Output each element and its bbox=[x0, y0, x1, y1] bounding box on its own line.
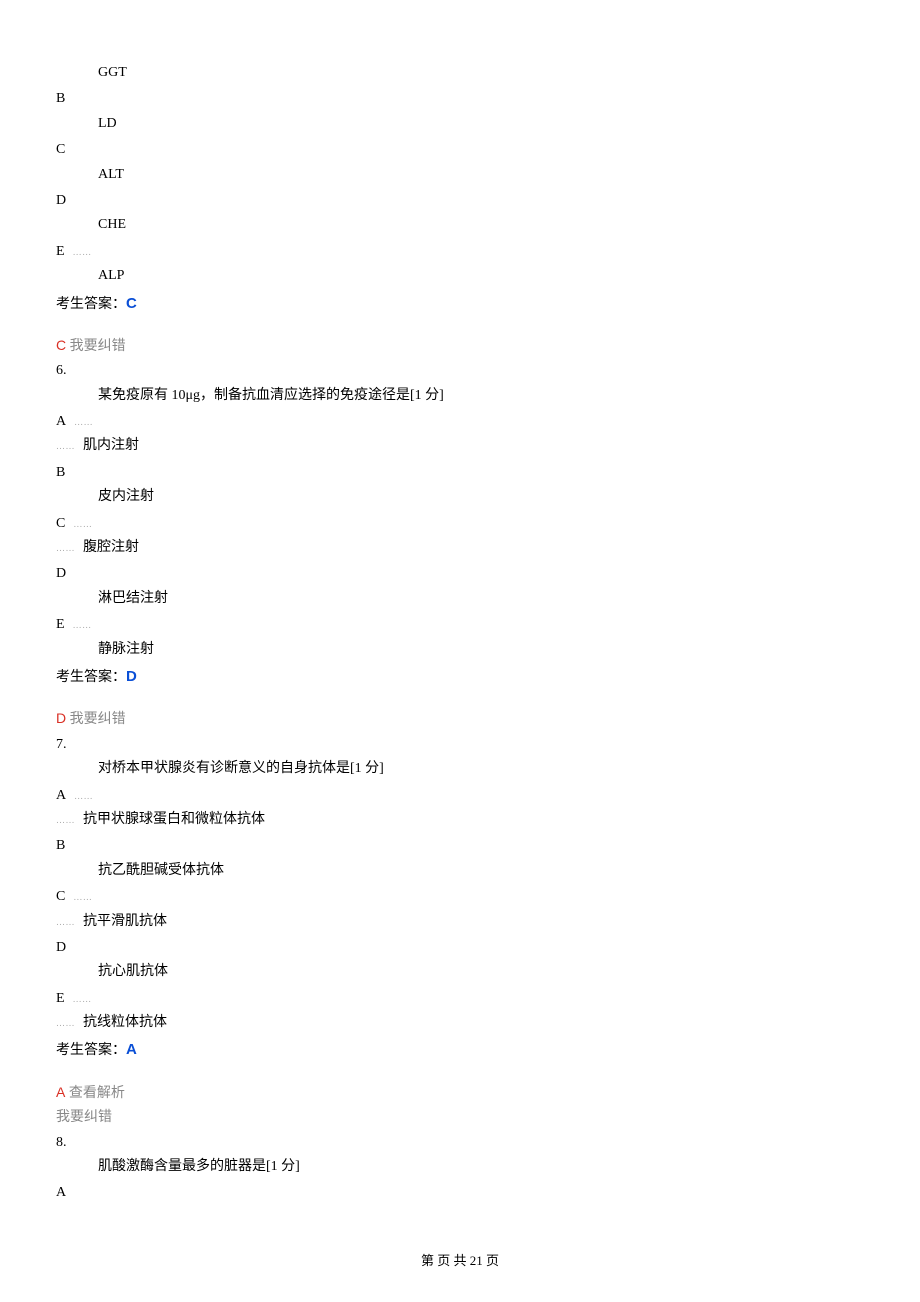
q8-text: 肌酸激酶含量最多的脏器是[1 分] bbox=[98, 1156, 864, 1178]
q7-option-d-letter: D bbox=[56, 937, 864, 959]
dots-icon: …… bbox=[56, 441, 75, 451]
q7-answer-line: 考生答案：A bbox=[56, 1038, 864, 1062]
q7-option-a-text: ……抗甲状腺球蛋白和微粒体抗体 bbox=[98, 809, 864, 831]
q6-option-e-letter: E…… bbox=[56, 614, 864, 636]
q5-answer-line: 考生答案：C bbox=[56, 292, 864, 316]
report-error-link[interactable]: 我要纠错 bbox=[56, 1107, 864, 1129]
q7-option-c-text: ……抗平滑肌抗体 bbox=[98, 911, 864, 933]
q6-option-b-text: 皮内注射 bbox=[98, 486, 864, 508]
q6-answer-line: 考生答案：D bbox=[56, 665, 864, 689]
q7-option-b-letter: B bbox=[56, 835, 864, 857]
q7-option-e-letter: E…… bbox=[56, 988, 864, 1010]
report-error-link[interactable]: 我要纠错 bbox=[66, 712, 126, 727]
q6-option-a-text: ……肌内注射 bbox=[98, 435, 864, 457]
q6-option-d-letter: D bbox=[56, 563, 864, 585]
q8-number: 8. bbox=[56, 1132, 864, 1154]
q5-option-d-letter: D bbox=[56, 190, 864, 212]
q6-option-c-text: ……腹腔注射 bbox=[98, 537, 864, 559]
q7-option-a-letter: A…… bbox=[56, 785, 864, 807]
q7-number: 7. bbox=[56, 734, 864, 756]
q6-option-b-letter: B bbox=[56, 462, 864, 484]
q7-option-d-text: 抗心肌抗体 bbox=[98, 961, 864, 983]
answer-label: 考生答案： bbox=[56, 670, 126, 685]
q6-option-d-text: 淋巴结注射 bbox=[98, 588, 864, 610]
q5-after-text: ALP bbox=[98, 265, 864, 287]
q5-correct-letter: C bbox=[56, 337, 66, 353]
q7-text: 对桥本甲状腺炎有诊断意义的自身抗体是[1 分] bbox=[98, 758, 864, 780]
dots-icon: …… bbox=[56, 1018, 75, 1028]
q7-option-e-text: ……抗线粒体抗体 bbox=[98, 1012, 864, 1034]
q5-correct-line: C 我要纠错 bbox=[56, 334, 864, 358]
view-analysis-link[interactable]: 查看解析 bbox=[65, 1086, 125, 1101]
q5-option-d-text: ALT bbox=[98, 164, 864, 186]
dots-icon: …… bbox=[73, 620, 92, 630]
q7-option-c-letter: C…… bbox=[56, 886, 864, 908]
q5-option-c-letter: C bbox=[56, 139, 864, 161]
report-error-link[interactable]: 我要纠错 bbox=[66, 339, 126, 354]
q7-answer-value: A bbox=[126, 1041, 137, 1058]
q6-option-e-text: 静脉注射 bbox=[98, 639, 864, 661]
page-footer: 第 页 共 21 页 bbox=[0, 1251, 920, 1272]
q7-correct-letter: A bbox=[56, 1084, 65, 1100]
q6-text: 某免疫原有 10μg，制备抗血清应选择的免疫途径是[1 分] bbox=[98, 385, 864, 407]
dots-icon: …… bbox=[73, 519, 92, 529]
q6-number: 6. bbox=[56, 360, 864, 382]
dots-icon: …… bbox=[56, 543, 75, 553]
dots-icon: …… bbox=[56, 917, 75, 927]
answer-label: 考生答案： bbox=[56, 297, 126, 312]
dots-icon: …… bbox=[74, 791, 93, 801]
answer-label: 考生答案： bbox=[56, 1043, 126, 1058]
q6-option-c-letter: C…… bbox=[56, 513, 864, 535]
q6-correct-line: D 我要纠错 bbox=[56, 707, 864, 731]
q7-option-b-text: 抗乙酰胆碱受体抗体 bbox=[98, 860, 864, 882]
q5-answer-value: C bbox=[126, 295, 137, 312]
q6-option-a-letter: A…… bbox=[56, 411, 864, 433]
q8-option-a-letter: A bbox=[56, 1182, 864, 1204]
q6-correct-letter: D bbox=[56, 710, 66, 726]
dots-icon: …… bbox=[73, 892, 92, 902]
dots-icon: …… bbox=[73, 247, 92, 257]
q5-option-e-letter: E…… bbox=[56, 241, 864, 263]
dots-icon: …… bbox=[56, 815, 75, 825]
q5-option-e-text: CHE bbox=[98, 214, 864, 236]
q7-correct-line: A 查看解析 bbox=[56, 1081, 864, 1105]
q5-option-c-text: LD bbox=[98, 113, 864, 135]
q5-option-b-text: GGT bbox=[98, 62, 864, 84]
q6-answer-value: D bbox=[126, 668, 137, 685]
q5-option-b-letter: B bbox=[56, 88, 864, 110]
dots-icon: …… bbox=[74, 417, 93, 427]
dots-icon: …… bbox=[73, 994, 92, 1004]
